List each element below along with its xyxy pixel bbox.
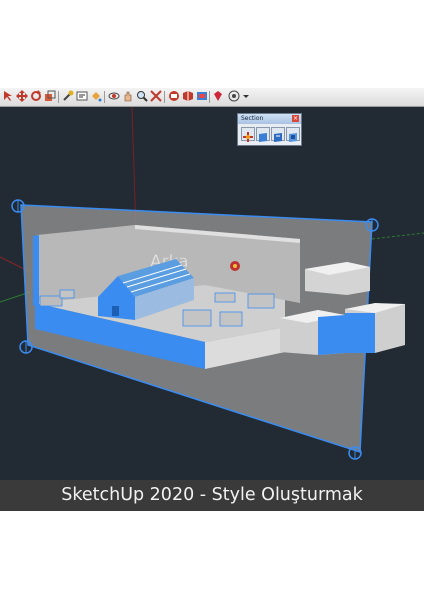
rotate-icon[interactable]: [30, 90, 42, 102]
table-block: [247, 293, 275, 309]
section-palette: Section ×: [237, 113, 302, 146]
exterior-box-selected-face[interactable]: [318, 315, 345, 355]
dropdown-arrow-icon[interactable]: [240, 90, 252, 102]
table-block: [214, 292, 236, 303]
move-icon[interactable]: [16, 90, 28, 102]
toolbar: [0, 88, 424, 107]
ruby-icon[interactable]: [212, 90, 224, 102]
table-block: [219, 311, 243, 327]
display-section-cuts-icon[interactable]: [271, 127, 285, 142]
warehouse-icon[interactable]: [168, 90, 180, 102]
section-palette-title: Section: [241, 115, 264, 122]
orbit-icon[interactable]: [108, 90, 120, 102]
toolbar-separator: [209, 91, 210, 103]
table-block: [182, 309, 212, 327]
tape-icon[interactable]: [62, 90, 74, 102]
display-section-fill-icon[interactable]: [286, 127, 300, 142]
paint-icon[interactable]: [90, 90, 102, 102]
model-scene: Arka: [0, 107, 424, 460]
toolbar-separator: [164, 91, 165, 103]
caption-text: SketchUp 2020 - Style Oluşturmak: [61, 485, 363, 505]
building-door: [112, 306, 119, 316]
display-section-planes-icon[interactable]: [256, 127, 270, 142]
location-icon[interactable]: [228, 90, 240, 102]
section-plane-icon[interactable]: [241, 127, 255, 142]
green-axis-line: [371, 232, 424, 240]
section-palette-titlebar[interactable]: Section ×: [238, 114, 301, 124]
close-icon[interactable]: ×: [292, 115, 299, 122]
zoom-extents-icon[interactable]: [150, 90, 162, 102]
pan-icon[interactable]: [122, 90, 134, 102]
model-viewport[interactable]: Arka Section ×: [0, 107, 424, 480]
orbit-cursor-icon: [230, 261, 240, 271]
select-icon[interactable]: [2, 90, 14, 102]
table-block: [39, 295, 63, 307]
section-corner-marker[interactable]: [19, 340, 33, 354]
scale-icon[interactable]: [44, 90, 56, 102]
exterior-box-selected-face[interactable]: [345, 313, 375, 353]
zoom-icon[interactable]: [136, 90, 148, 102]
left-wall-selected[interactable]: [33, 235, 39, 306]
toolbar-separator: [58, 91, 59, 103]
text-icon[interactable]: [76, 90, 88, 102]
table-block: [59, 289, 75, 299]
section-corner-marker[interactable]: [348, 446, 362, 460]
toolbar-separator: [104, 91, 105, 103]
model-info-icon[interactable]: [196, 90, 208, 102]
extension-icon[interactable]: [182, 90, 194, 102]
